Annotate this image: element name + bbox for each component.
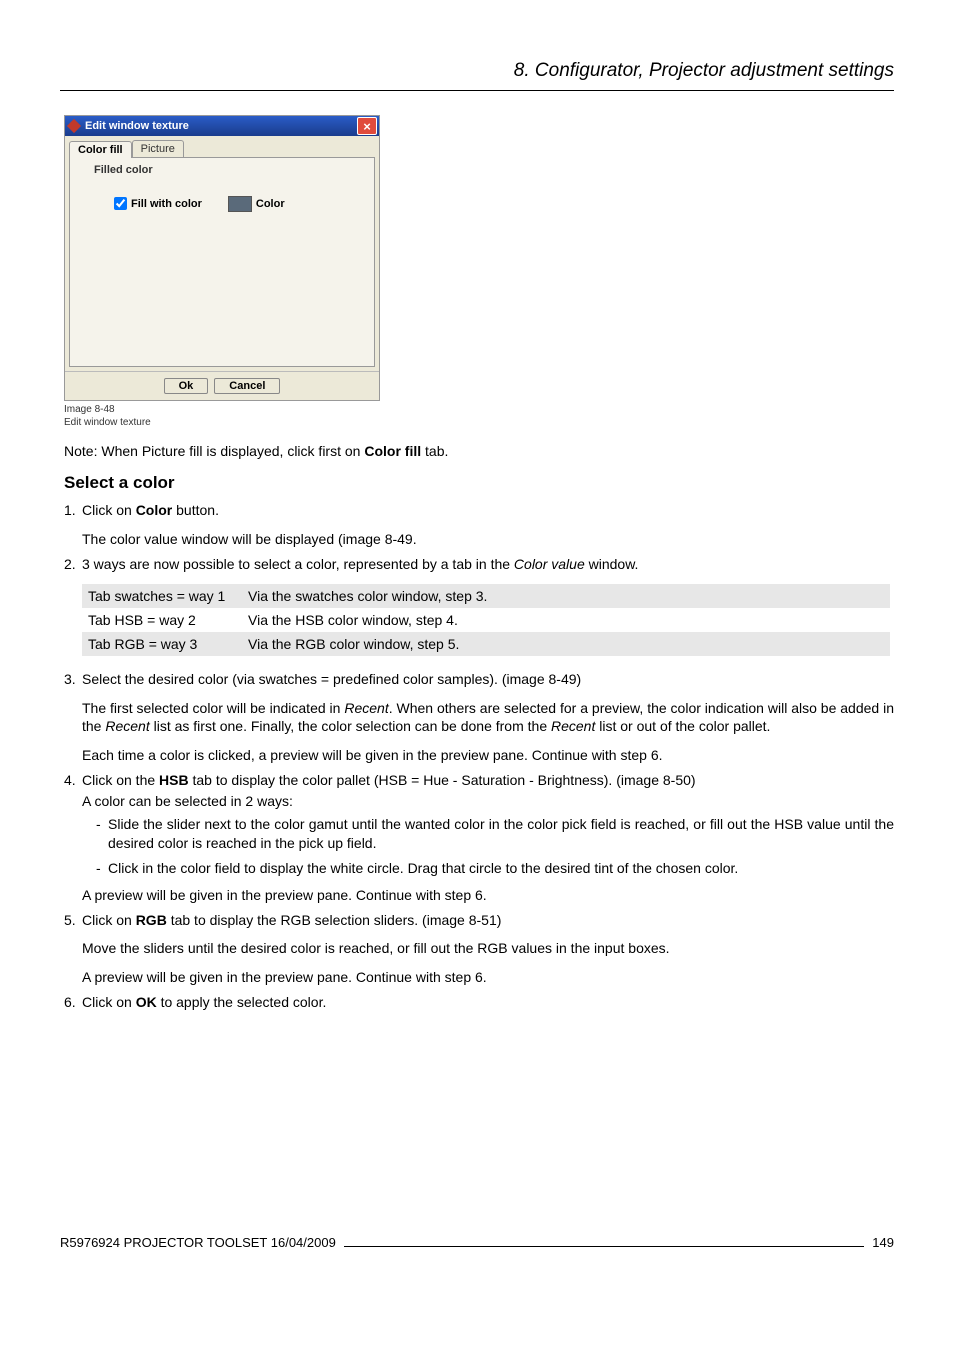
color-swatch-label: Color <box>256 198 285 210</box>
footer-page-number: 149 <box>872 1235 894 1250</box>
edit-window-texture-dialog: Edit window texture × Color fill Picture… <box>64 115 380 401</box>
group-title: Filled color <box>94 164 364 176</box>
step-1: 1. Click on Color button. The color valu… <box>64 501 894 549</box>
step-2: 2. 3 ways are now possible to select a c… <box>64 555 894 574</box>
dialog-tabs: Color fill Picture <box>65 136 379 157</box>
table-row: Tab RGB = way 3 Via the RGB color window… <box>82 632 890 656</box>
dialog-body: Filled color Fill with color Color <box>69 157 375 367</box>
ok-button[interactable]: Ok <box>164 378 209 394</box>
color-ways-table: Tab swatches = way 1 Via the swatches co… <box>82 584 890 656</box>
cancel-button[interactable]: Cancel <box>214 378 280 394</box>
table-row: Tab HSB = way 2 Via the HSB color window… <box>82 608 890 632</box>
close-icon[interactable]: × <box>357 117 377 135</box>
caption-text: Edit window texture <box>64 417 151 428</box>
dialog-footer: Ok Cancel <box>65 371 379 400</box>
footer-rule <box>344 1246 864 1247</box>
section-heading: Select a color <box>64 473 894 493</box>
app-icon <box>67 119 81 133</box>
step-5: 5. Click on RGB tab to display the RGB s… <box>64 911 894 988</box>
dialog-title: Edit window texture <box>85 120 357 132</box>
note-text: Note: When Picture fill is displayed, cl… <box>64 443 894 459</box>
table-row: Tab swatches = way 1 Via the swatches co… <box>82 584 890 608</box>
color-swatch[interactable] <box>228 196 252 212</box>
caption-id: Image 8-48 <box>64 404 115 415</box>
dialog-titlebar: Edit window texture × <box>65 116 379 136</box>
running-header: 8. Configurator, Projector adjustment se… <box>60 60 894 91</box>
step-6: 6. Click on OK to apply the selected col… <box>64 993 894 1012</box>
step-4-sublist: Slide the slider next to the color gamut… <box>82 815 894 878</box>
fill-with-color-checkbox[interactable] <box>114 197 127 210</box>
tab-color-fill[interactable]: Color fill <box>69 141 132 158</box>
tab-picture[interactable]: Picture <box>132 140 184 157</box>
fill-with-color-label: Fill with color <box>131 198 202 210</box>
footer-doc-id: R5976924 PROJECTOR TOOLSET 16/04/2009 <box>60 1235 336 1250</box>
step-4: 4. Click on the HSB tab to display the c… <box>64 771 894 904</box>
image-caption: Image 8-48 Edit window texture <box>64 403 894 429</box>
page-footer: R5976924 PROJECTOR TOOLSET 16/04/2009 14… <box>60 1235 894 1250</box>
fill-row: Fill with color Color <box>110 194 364 213</box>
dialog-screenshot: Edit window texture × Color fill Picture… <box>64 115 894 401</box>
step-3: 3. Select the desired color (via swatche… <box>64 670 894 766</box>
